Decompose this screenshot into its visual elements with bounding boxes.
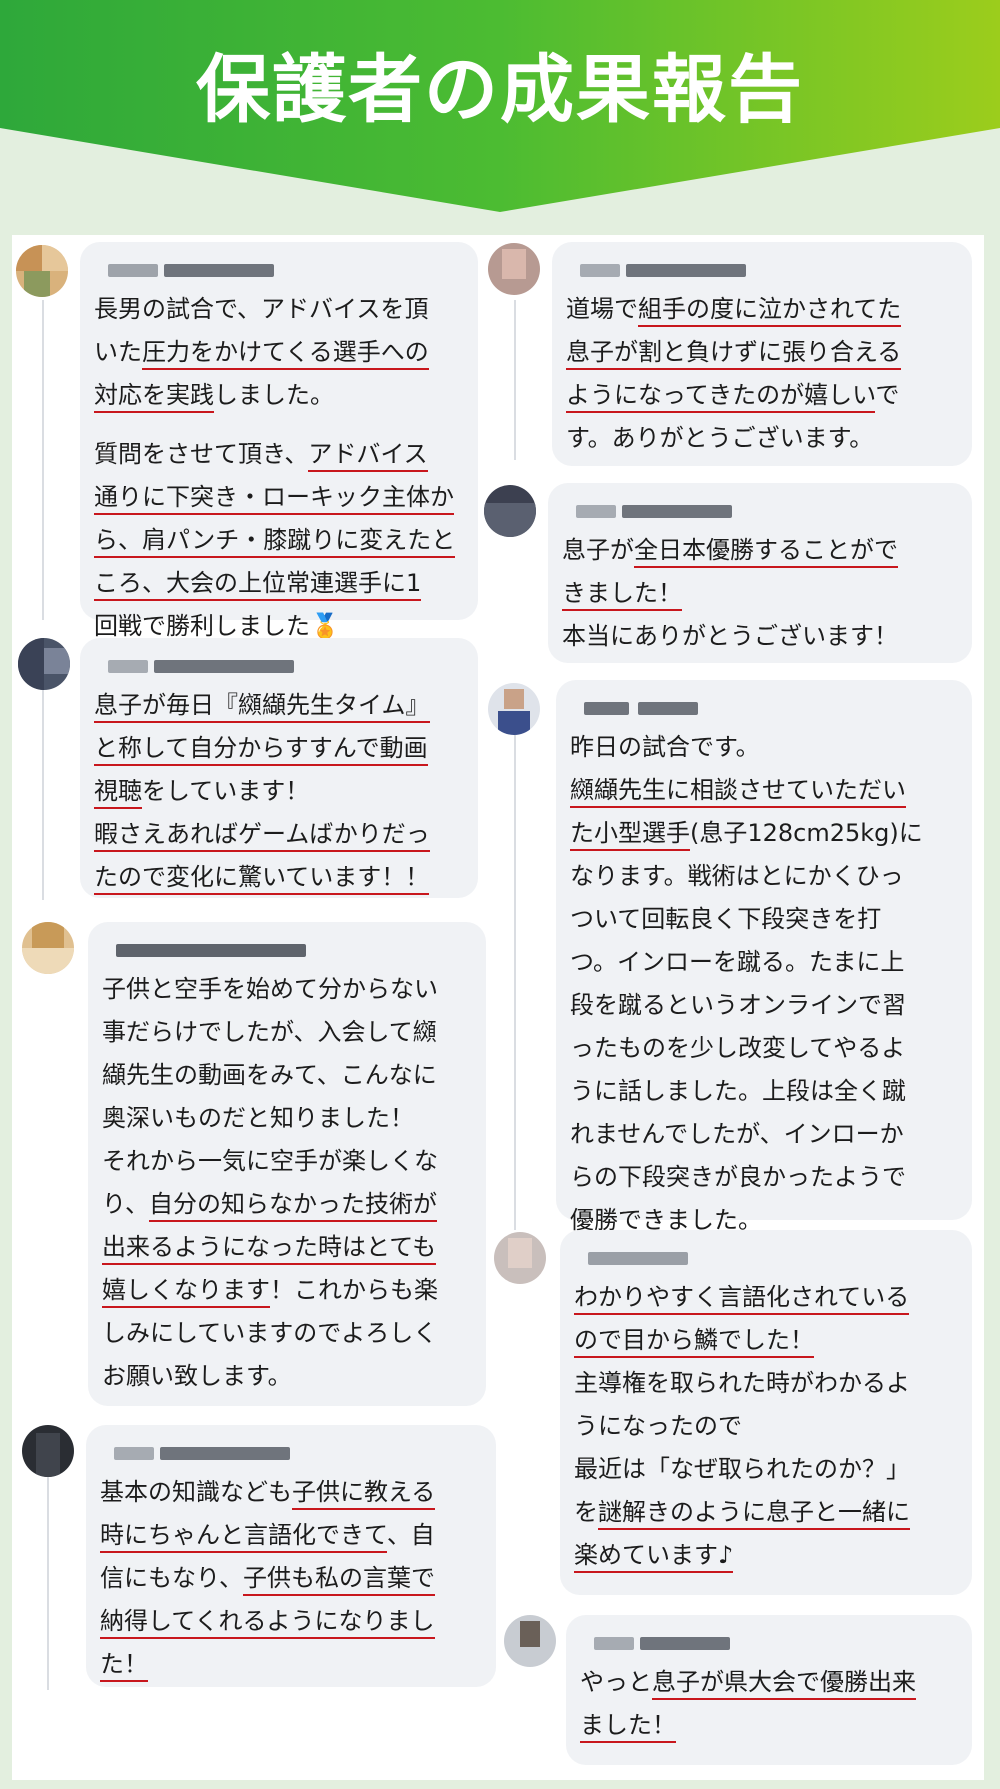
comment-line: と称して自分からすすんで動画	[94, 727, 462, 770]
comment-bubble: 昨日の試合です。 纐纈先生に相談させていただい た小型選手(息子128cm25k…	[556, 680, 972, 1238]
comment-line: 最近は「なぜ取られたのか？」	[574, 1455, 910, 1483]
comment-line: 纐纈先生に相談させていただい	[570, 769, 956, 812]
comment-line: 息子が割と負けずに張り合える	[566, 331, 956, 374]
thread-line	[47, 1465, 49, 1690]
comment-line: 対応を実践しました。	[94, 374, 462, 417]
comment-bubble: 基本の知識なども子供に教える 時にちゃんと言語化できて、自 信にもなり、子供も私…	[86, 1425, 496, 1687]
comment-line: うに話しました。上段は全く蹴	[570, 1077, 906, 1105]
comment-line: いた圧力をかけてくる選手への	[94, 331, 462, 374]
thread-line	[514, 300, 516, 460]
blurred-username	[570, 698, 956, 720]
comment-line: なります。戦術はとにかくひっ	[570, 862, 904, 890]
comment-line: 子供と空手を始めて分からない	[102, 975, 438, 1003]
comment-line: 出来るようになった時はとても	[102, 1226, 470, 1269]
comment-bubble: わかりやすく言語化されている ので目から鱗でした！ 主導権を取られた時がわかるよ…	[560, 1230, 972, 1595]
avatar[interactable]	[494, 1232, 546, 1284]
comment-line: 時にちゃんと言語化できて、自	[100, 1514, 480, 1557]
comment-line: た！	[100, 1643, 480, 1686]
blurred-username	[566, 260, 956, 282]
avatar[interactable]	[488, 683, 540, 735]
avatar[interactable]	[18, 638, 70, 690]
comment-line: ったものを少し改変してやるよ	[570, 1034, 906, 1062]
avatar[interactable]	[22, 1425, 74, 1477]
comment-line: 主導権を取られた時がわかるよ	[574, 1369, 910, 1397]
comment-line: お願い致します。	[102, 1362, 292, 1390]
comment-line: 息子が毎日『纐纈先生タイム』	[94, 684, 462, 727]
comment-line: 昨日の試合です。	[570, 733, 760, 761]
comment-line: ころ、大会の上位常連選手に1	[94, 562, 462, 605]
comment-line: 暇さえあればゲームばかりだっ	[94, 813, 462, 856]
comment-line: れませんでしたが、インローか	[570, 1120, 904, 1148]
comment-line: 本当にありがとうございます！	[562, 622, 898, 650]
comment-line: たので変化に驚いています！！	[94, 856, 462, 899]
thread-line	[42, 300, 44, 620]
avatar[interactable]	[22, 922, 74, 974]
comment-line: 信にもなり、子供も私の言葉で	[100, 1557, 480, 1600]
comment-line: を謎解きのように息子と一緒に	[574, 1491, 956, 1534]
comment-line: わかりやすく言語化されている	[574, 1276, 956, 1319]
avatar[interactable]	[484, 485, 536, 537]
comment-line: ついて回転良く下段突きを打	[570, 905, 882, 933]
comment-line: らの下段突きが良かったようで	[570, 1163, 906, 1191]
comment-line: た小型選手(息子128cm25kg)に	[570, 812, 956, 855]
comment-bubble: やっと息子が県大会で優勝出来 ました！	[566, 1615, 972, 1765]
comment-line: 事だらけでしたが、入会して纐	[102, 1018, 437, 1046]
comment-line: やっと息子が県大会で優勝出来	[580, 1661, 956, 1704]
comment-line: しみにしていますのでよろしく	[102, 1319, 438, 1347]
comment-line: ので目から鱗でした！	[574, 1319, 956, 1362]
comment-line: 質問をさせて頂き、アドバイス	[94, 433, 462, 476]
comment-bubble: 子供と空手を始めて分からない 事だらけでしたが、入会して纐 纈先生の動画をみて、…	[88, 922, 486, 1406]
blurred-username	[580, 1633, 956, 1655]
comment-line: ら、肩パンチ・膝蹴りに変えたと	[94, 519, 462, 562]
comment-bubble: 道場で組手の度に泣かされてた 息子が割と負けずに張り合える ようになってきたのが…	[552, 242, 972, 466]
comment-line: り、自分の知らなかった技術が	[102, 1183, 470, 1226]
blurred-username	[102, 940, 470, 962]
comment-bubble: 長男の試合で、アドバイスを頂 いた圧力をかけてくる選手への 対応を実践しました。…	[80, 242, 478, 644]
comment-line: 道場で組手の度に泣かされてた	[566, 288, 956, 331]
comment-bubble: 息子が全日本優勝することがで きました！ 本当にありがとうございます！	[548, 483, 972, 663]
comment-line: つ。インローを蹴る。たまに上	[570, 948, 905, 976]
comment-line: ようになってきたのが嬉しいで	[566, 374, 956, 417]
blurred-username	[94, 260, 462, 282]
medal-icon: 🏅	[310, 612, 340, 640]
comment-line: 納得してくれるようになりまし	[100, 1600, 480, 1643]
comment-line: きました！	[562, 572, 956, 615]
comment-line: うになったので	[574, 1412, 742, 1440]
comment-line: 楽めています♪	[574, 1534, 956, 1577]
blurred-username	[574, 1248, 956, 1270]
page-title: 保護者の成果報告	[196, 47, 804, 133]
comment-line: それから一気に空手が楽しくな	[102, 1147, 438, 1175]
avatar[interactable]	[504, 1615, 556, 1667]
comment-line: 視聴をしています！	[94, 770, 462, 813]
comment-line: 嬉しくなります！これからも楽	[102, 1269, 470, 1312]
comment-line: 基本の知識なども子供に教える	[100, 1471, 480, 1514]
comment-line: 通りに下突き・ローキック主体か	[94, 476, 462, 519]
comment-line: 纈先生の動画をみて、こんなに	[102, 1061, 437, 1089]
comment-line: 息子が全日本優勝することがで	[562, 529, 956, 572]
avatar[interactable]	[16, 245, 68, 297]
blurred-username	[94, 656, 462, 678]
thread-line	[42, 690, 44, 900]
blurred-username	[562, 501, 956, 523]
comment-line: す。ありがとうございます。	[566, 424, 874, 452]
blurred-username	[100, 1443, 480, 1465]
comment-bubble: 息子が毎日『纐纈先生タイム』 と称して自分からすすんで動画 視聴をしています！ …	[80, 638, 478, 898]
avatar[interactable]	[488, 243, 540, 295]
comment-line: 奥深いものだと知りました！	[102, 1104, 414, 1132]
comment-line: ました！	[580, 1704, 956, 1747]
thread-line	[514, 720, 516, 1230]
comment-line: 段を蹴るというオンラインで習	[570, 991, 906, 1019]
comment-line: 長男の試合で、アドバイスを頂	[94, 295, 429, 323]
